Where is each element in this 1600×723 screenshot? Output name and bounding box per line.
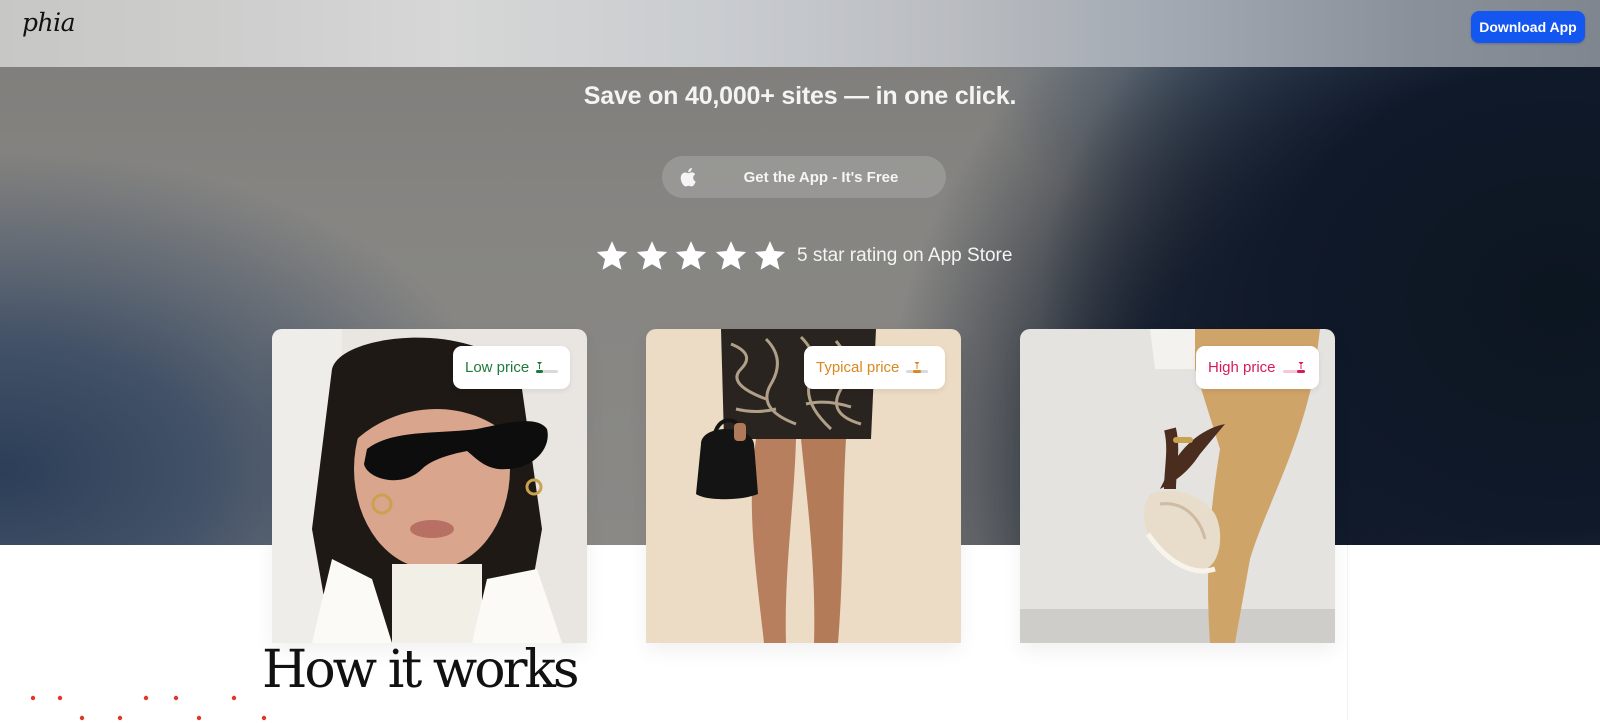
hero-headline: Save on 40,000+ sites — in one click.: [583, 82, 1017, 110]
star-icon: [715, 241, 746, 270]
top-nav: phia Download App: [0, 0, 1600, 67]
price-meter-icon: [906, 361, 929, 373]
price-meter-icon: [536, 361, 559, 373]
price-meter-icon: [1282, 361, 1305, 373]
section-title-how-it-works: How it works: [262, 640, 580, 700]
section-divider: [1347, 545, 1348, 720]
price-badge-high: High price: [1196, 346, 1319, 389]
get-app-label: Get the App - It's Free: [743, 168, 899, 186]
rating-row: 5 star rating on App Store: [595, 236, 1012, 276]
star-icon: [755, 241, 786, 270]
product-card-typical[interactable]: Typical price: [646, 329, 961, 643]
product-card-high[interactable]: High price: [1020, 329, 1335, 643]
star-icon: [636, 241, 667, 270]
price-badge-typical: Typical price: [804, 346, 945, 389]
price-badge-label: Typical price: [816, 359, 900, 376]
download-app-button[interactable]: Download App: [1471, 11, 1585, 43]
price-badge-label: Low price: [465, 359, 530, 376]
rating-text: 5 star rating on App Store: [796, 245, 1013, 266]
get-app-button[interactable]: Get the App - It's Free: [662, 156, 946, 198]
logo[interactable]: phia: [22, 8, 76, 37]
decorative-dots: [30, 695, 267, 721]
star-icon: [676, 241, 707, 270]
star-icon: [596, 241, 628, 270]
price-badge-low: Low price: [453, 346, 570, 389]
product-card-low[interactable]: Low price: [272, 329, 587, 643]
price-badge-label: High price: [1208, 359, 1276, 376]
